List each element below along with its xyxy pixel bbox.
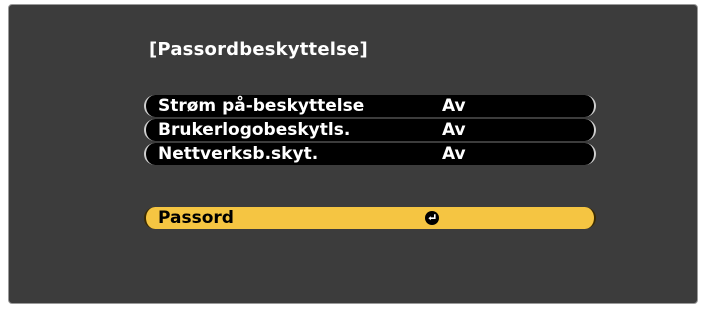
- menu-item-value: Av: [442, 96, 466, 116]
- menu-title: [Passordbeskyttelse]: [149, 39, 368, 60]
- menu-item-user-logo-protection[interactable]: Brukerlogobeskytls. Av: [144, 119, 596, 141]
- menu-item-password[interactable]: Passord: [144, 207, 596, 229]
- menu-item-label: Nettverksb.skyt.: [158, 144, 319, 164]
- menu-item-value: Av: [442, 120, 466, 140]
- enter-icon: [425, 211, 439, 225]
- menu-item-value: Av: [442, 144, 466, 164]
- menu-item-label: Brukerlogobeskytls.: [158, 120, 351, 140]
- menu-item-label: Passord: [158, 208, 234, 228]
- menu-item-label: Strøm på-beskyttelse: [158, 96, 365, 116]
- menu-list: Strøm på-beskyttelse Av Brukerlogobeskyt…: [144, 95, 596, 229]
- osd-menu-panel: [Passordbeskyttelse] Strøm på-beskyttels…: [8, 4, 698, 304]
- menu-item-network-protection[interactable]: Nettverksb.skyt. Av: [144, 143, 596, 165]
- menu-item-power-on-protection[interactable]: Strøm på-beskyttelse Av: [144, 95, 596, 117]
